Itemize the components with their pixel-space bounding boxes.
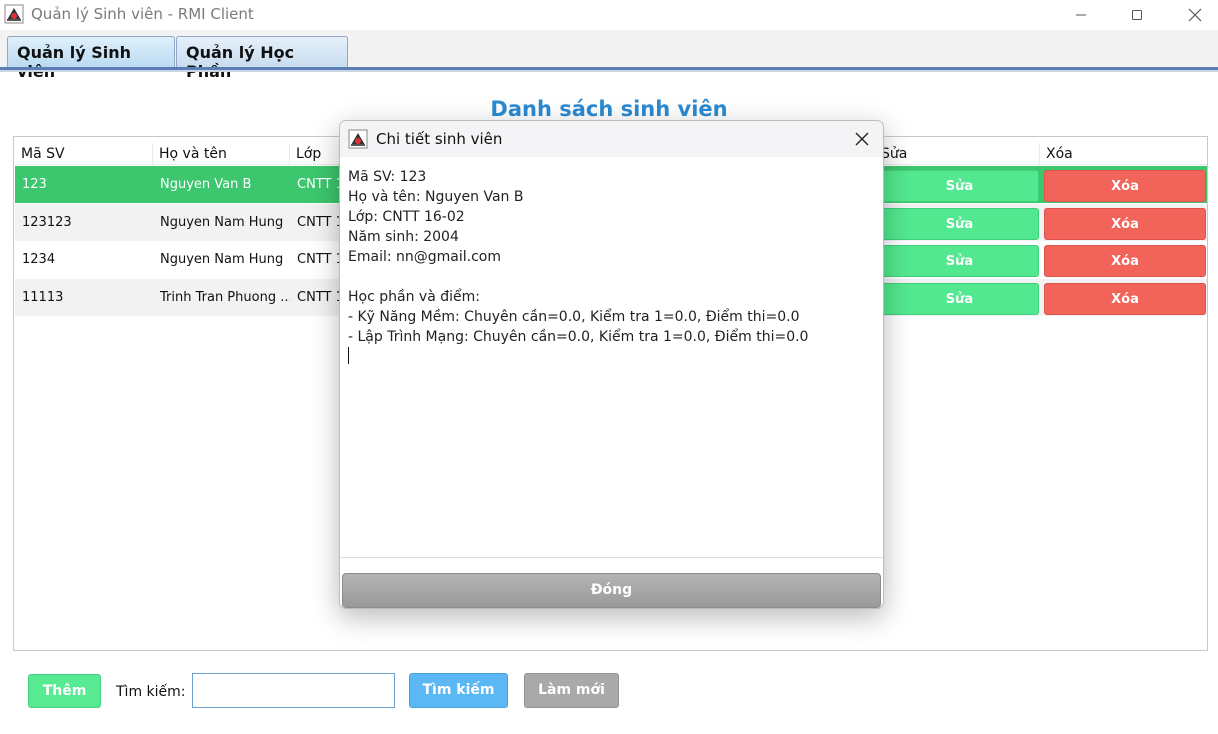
delete-button[interactable]: Xóa: [1044, 170, 1206, 202]
close-icon: [1188, 8, 1202, 22]
dialog-title: Chi tiết sinh viên: [376, 130, 503, 148]
tab-student-management[interactable]: Quản lý Sinh viên: [7, 36, 175, 81]
cell-id: 123: [22, 177, 47, 192]
search-button[interactable]: Tìm kiếm: [409, 673, 508, 708]
tab-divider-shadow: [0, 70, 1218, 72]
maximize-button[interactable]: [1114, 0, 1160, 30]
maximize-icon: [1132, 10, 1142, 20]
minimize-icon: [1076, 14, 1086, 16]
search-label: Tìm kiếm:: [116, 684, 186, 700]
column-header-name[interactable]: Họ và tên: [153, 143, 290, 165]
detail-line: - Kỹ Năng Mềm: Chuyên cần=0.0, Kiểm tra …: [348, 309, 800, 325]
delete-button[interactable]: Xóa: [1044, 283, 1206, 315]
search-input[interactable]: [192, 673, 395, 708]
student-detail-dialog: Chi tiết sinh viên Mã SV: 123 Họ và tên: …: [339, 120, 884, 609]
cell-id: 1234: [22, 252, 56, 267]
close-icon: [855, 132, 869, 146]
page-title: Danh sách sinh viên: [490, 97, 728, 121]
detail-line: [348, 267, 875, 287]
edit-button[interactable]: Sửa: [880, 208, 1039, 240]
text-caret-line: [348, 347, 875, 367]
edit-button[interactable]: Sửa: [880, 245, 1039, 277]
detail-line: Họ và tên: Nguyen Van B: [348, 189, 524, 205]
add-student-button[interactable]: Thêm: [28, 674, 101, 708]
detail-line: Năm sinh: 2004: [348, 229, 459, 245]
delete-button[interactable]: Xóa: [1044, 208, 1206, 240]
student-detail-textarea[interactable]: Mã SV: 123 Họ và tên: Nguyen Van B Lớp: CN…: [340, 157, 883, 557]
delete-button[interactable]: Xóa: [1044, 245, 1206, 277]
detail-line: Học phần và điểm:: [348, 289, 480, 305]
edit-button[interactable]: Sửa: [880, 170, 1039, 202]
text-caret: [348, 347, 349, 364]
java-app-icon: [348, 129, 368, 149]
detail-line: Mã SV: 123: [348, 169, 427, 185]
dialog-titlebar[interactable]: Chi tiết sinh viên: [340, 121, 883, 157]
dialog-separator: [340, 557, 883, 558]
window-titlebar: Quản lý Sinh viên - RMI Client: [0, 0, 1218, 30]
cell-name: Nguyen Van B: [160, 177, 252, 192]
cell-name: Trinh Tran Phuong ...: [160, 290, 290, 305]
column-header-id[interactable]: Mã SV: [15, 143, 153, 165]
tab-course-management[interactable]: Quản lý Học Phần: [176, 36, 348, 81]
dialog-close-button[interactable]: [848, 127, 876, 151]
cell-name: Nguyen Nam Hung: [160, 215, 284, 230]
dialog-close-action-button[interactable]: Đóng: [342, 573, 881, 608]
tab-label: Quản lý Sinh viên: [17, 43, 132, 81]
cell-id: 11113: [22, 290, 64, 305]
detail-line: - Lập Trình Mạng: Chuyên cần=0.0, Kiểm t…: [348, 329, 809, 345]
cell-name: Nguyen Nam Hung: [160, 252, 284, 267]
minimize-button[interactable]: [1058, 0, 1104, 30]
detail-line: Email: nn@gmail.com: [348, 249, 501, 265]
close-window-button[interactable]: [1172, 0, 1218, 30]
tab-label: Quản lý Học Phần: [186, 43, 295, 81]
column-header-delete[interactable]: Xóa: [1040, 143, 1207, 165]
edit-button[interactable]: Sửa: [880, 283, 1039, 315]
refresh-button[interactable]: Làm mới: [524, 673, 619, 708]
java-app-icon: [4, 4, 24, 24]
detail-line: Lớp: CNTT 16-02: [348, 209, 465, 225]
cell-id: 123123: [22, 215, 72, 230]
column-header-edit[interactable]: Sửa: [875, 143, 1040, 165]
window-title: Quản lý Sinh viên - RMI Client: [31, 5, 254, 23]
tab-strip: Quản lý Sinh viên Quản lý Học Phần: [0, 30, 1218, 81]
